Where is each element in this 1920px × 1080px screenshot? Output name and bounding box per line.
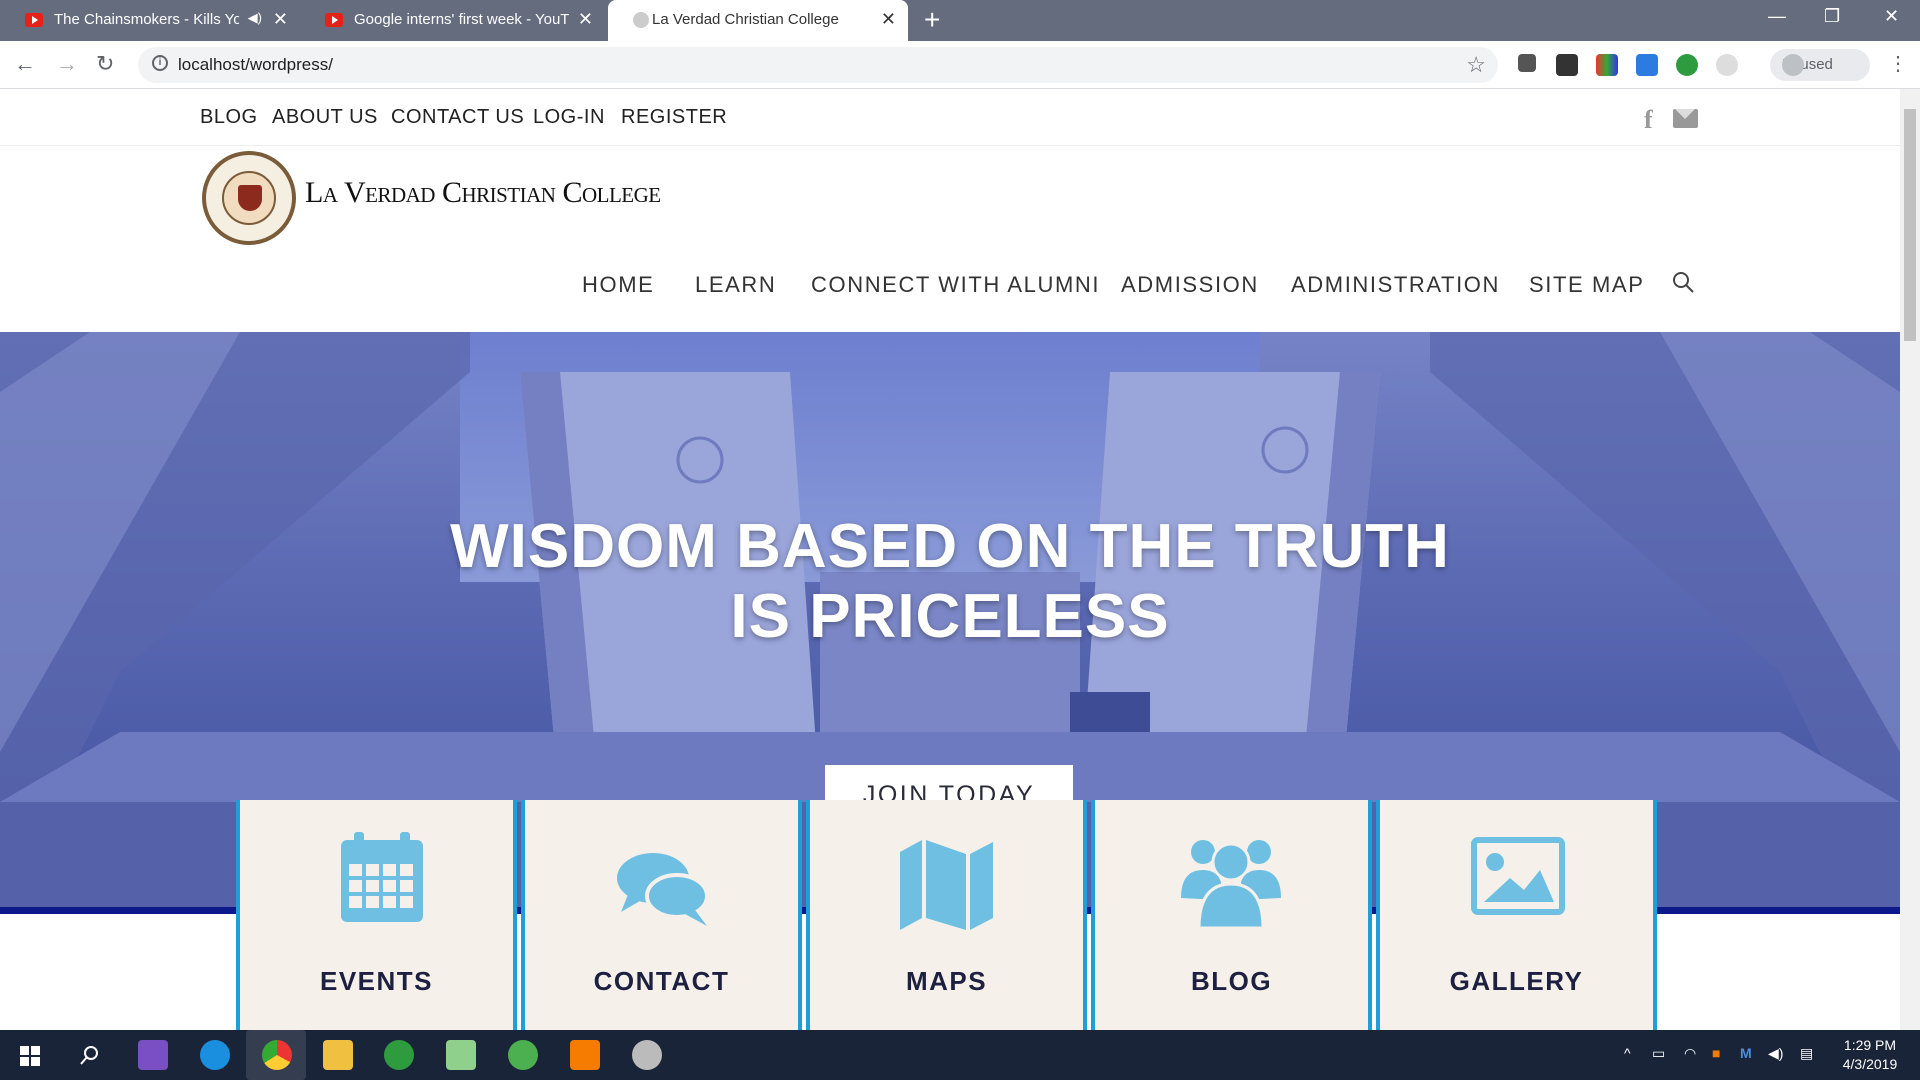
youtube-icon — [325, 13, 343, 27]
windows-start-icon[interactable] — [20, 1046, 40, 1066]
feature-gallery[interactable]: GALLERY — [1376, 800, 1657, 1030]
address-bar[interactable]: i localhost/wordpress/ ☆ — [138, 47, 1498, 83]
top-link-about-us[interactable]: ABOUT US — [272, 106, 378, 129]
file-explorer-icon[interactable] — [323, 1040, 353, 1070]
image-icon — [1471, 837, 1565, 915]
tab-title: The Chainsmokers - Kills You — [54, 11, 239, 28]
mail-icon[interactable] — [1673, 109, 1698, 128]
search-icon[interactable] — [1672, 271, 1694, 293]
close-window-icon[interactable]: ✕ — [1884, 6, 1899, 27]
clock-date: 4/3/2019 — [1842, 1056, 1898, 1072]
top-link-log-in[interactable]: LOG-IN — [533, 106, 605, 129]
info-icon[interactable]: i — [152, 55, 168, 71]
xampp-icon[interactable] — [570, 1040, 600, 1070]
xampp-tray-icon[interactable]: ■ — [1712, 1045, 1720, 1061]
tab-google-interns[interactable]: Google interns' first week - YouTube ✕ — [300, 0, 605, 41]
feature-label: GALLERY — [1449, 966, 1584, 996]
feature-maps[interactable]: MAPS — [806, 800, 1087, 1030]
feature-label: MAPS — [905, 966, 988, 996]
forward-icon[interactable]: → — [56, 51, 78, 77]
youtube-icon — [25, 13, 43, 27]
restore-icon[interactable]: ❐ — [1824, 6, 1840, 27]
college-seal-logo[interactable] — [202, 151, 296, 245]
extension-icon[interactable] — [1596, 54, 1618, 76]
web-page: BLOG ABOUT US CONTACT US LOG-IN REGISTER… — [0, 89, 1900, 1030]
app-icon[interactable] — [384, 1040, 414, 1070]
speaker-icon[interactable]: ◀) — [248, 10, 262, 26]
extension-icon[interactable] — [1556, 54, 1578, 76]
tab-la-verdad[interactable]: La Verdad Christian College ✕ — [608, 0, 908, 41]
nav-learn[interactable]: LEARN — [695, 272, 776, 298]
back-icon[interactable]: ← — [14, 51, 36, 77]
extension-icon[interactable] — [1716, 54, 1738, 76]
menu-icon[interactable]: ⋮ — [1888, 51, 1908, 76]
bookmark-star-icon[interactable]: ☆ — [1466, 52, 1486, 78]
extension-icon[interactable] — [1636, 54, 1658, 76]
header-divider — [0, 145, 1900, 146]
utorrent-icon[interactable] — [508, 1040, 538, 1070]
chrome-icon[interactable] — [262, 1040, 292, 1070]
top-link-blog[interactable]: BLOG — [200, 106, 258, 129]
feature-label: EVENTS — [319, 966, 434, 996]
chevron-up-icon[interactable]: ^ — [1624, 1045, 1631, 1061]
users-icon — [1181, 840, 1281, 930]
battery-icon[interactable]: ▭ — [1652, 1045, 1665, 1062]
keyboard-icon[interactable]: ▤ — [1800, 1045, 1813, 1062]
nav-site-map[interactable]: SITE MAP — [1529, 272, 1645, 298]
nav-admission[interactable]: ADMISSION — [1121, 272, 1259, 298]
url-text[interactable]: localhost/wordpress/ — [178, 55, 333, 75]
new-tab-button[interactable]: + — [924, 4, 940, 36]
app-icon[interactable] — [632, 1040, 662, 1070]
volume-icon[interactable]: ◀) — [1768, 1045, 1783, 1062]
system-clock[interactable]: 1:29 PM 4/3/2019 — [1820, 1036, 1920, 1074]
wifi-icon[interactable]: ◠ — [1684, 1045, 1696, 1062]
profile-button[interactable]: Paused — [1770, 49, 1870, 81]
facebook-icon[interactable]: f — [1644, 105, 1653, 135]
hero-headline: WISDOM BASED ON THE TRUTH IS PRICELESS — [0, 512, 1900, 652]
close-icon[interactable]: ✕ — [881, 9, 896, 30]
site-favicon-icon — [633, 12, 649, 28]
browser-toolbar: ← → ↻ i localhost/wordpress/ ☆ Paused ⋮ — [0, 41, 1920, 89]
browser-tab-strip: The Chainsmokers - Kills You ◀) ✕ Google… — [0, 0, 1920, 41]
extension-icon[interactable] — [1676, 54, 1698, 76]
app-tray-icon[interactable]: M — [1740, 1045, 1752, 1061]
top-link-contact-us[interactable]: CONTACT US — [391, 106, 524, 129]
clock-time: 1:29 PM — [1843, 1037, 1897, 1053]
feature-events[interactable]: EVENTS — [236, 800, 517, 1030]
feature-label: BLOG — [1190, 966, 1273, 996]
tab-title: La Verdad Christian College — [652, 11, 839, 28]
page-scrollbar[interactable] — [1900, 89, 1920, 1030]
close-icon[interactable]: ✕ — [273, 9, 288, 30]
scrollbar-thumb[interactable] — [1904, 109, 1916, 341]
search-icon[interactable] — [80, 1045, 100, 1065]
reload-icon[interactable]: ↻ — [96, 51, 114, 77]
hero-headline-line1: WISDOM BASED ON THE TRUTH — [450, 512, 1450, 581]
windows-taskbar: ^ ▭ ◠ ■ M ◀) ▤ 1:29 PM 4/3/2019 — [0, 1030, 1920, 1080]
tab-title: Google interns' first week - YouTube — [354, 11, 569, 28]
top-link-register[interactable]: REGISTER — [621, 106, 727, 129]
minimize-icon[interactable]: — — [1768, 6, 1786, 27]
nav-home[interactable]: HOME — [582, 272, 654, 298]
feature-label: CONTACT — [593, 966, 730, 996]
site-brand[interactable]: La Verdad Christian College — [305, 176, 661, 210]
avatar — [1782, 54, 1804, 76]
feature-contact[interactable]: CONTACT — [521, 800, 802, 1030]
extension-icon[interactable] — [1518, 54, 1536, 72]
feature-blog[interactable]: BLOG — [1091, 800, 1372, 1030]
tab-chainsmokers[interactable]: The Chainsmokers - Kills You ◀) ✕ — [0, 0, 300, 41]
app-icon[interactable] — [446, 1040, 476, 1070]
visual-studio-icon[interactable] — [138, 1040, 168, 1070]
map-icon — [900, 840, 993, 930]
chat-icon — [617, 853, 709, 926]
nav-connect-with-alumni[interactable]: CONNECT WITH ALUMNI — [811, 272, 1100, 298]
hero-headline-line2: IS PRICELESS — [730, 582, 1170, 651]
app-icon[interactable] — [200, 1040, 230, 1070]
calendar-icon — [341, 832, 423, 922]
close-icon[interactable]: ✕ — [578, 9, 593, 30]
nav-administration[interactable]: ADMINISTRATION — [1291, 272, 1500, 298]
